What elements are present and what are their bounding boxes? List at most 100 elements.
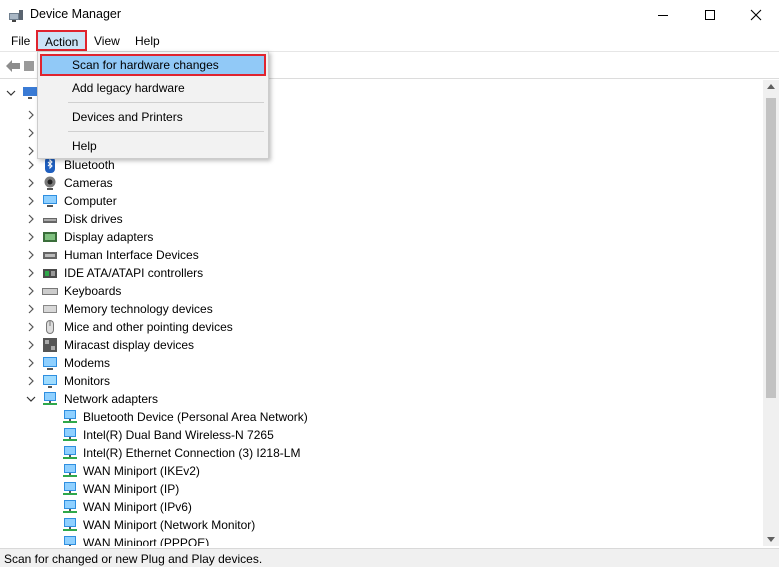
chevron-right-icon[interactable] [26, 128, 36, 138]
tree-item-label: Bluetooth [64, 158, 115, 172]
network-device-row[interactable]: WAN Miniport (IP) [0, 480, 763, 498]
tree-item-mice[interactable]: Mice and other pointing devices [0, 318, 763, 336]
disk-drive-icon [43, 218, 57, 223]
chevron-right-icon[interactable] [26, 304, 36, 314]
tree-item-display-adapters[interactable]: Display adapters [0, 228, 763, 246]
back-arrow-icon[interactable] [5, 59, 21, 73]
menu-item-scan-hardware[interactable]: Scan for hardware changes [40, 54, 266, 76]
network-adapter-icon [63, 482, 77, 495]
minimize-icon [658, 14, 668, 16]
tree-item-label: Display adapters [64, 230, 154, 244]
tree-item-label: Human Interface Devices [64, 248, 199, 262]
network-adapter-icon [63, 518, 77, 531]
window-title: Device Manager [30, 7, 122, 21]
network-adapter-icon [63, 464, 77, 477]
close-icon [750, 9, 762, 21]
menu-item-devices-printers[interactable]: Devices and Printers [40, 106, 266, 128]
ide-controller-icon [43, 269, 57, 278]
maximize-button[interactable] [687, 0, 733, 30]
menu-separator [68, 102, 264, 103]
camera-icon [44, 176, 56, 190]
scroll-down-icon[interactable] [767, 537, 775, 542]
chevron-right-icon[interactable] [26, 160, 36, 170]
tree-item-cameras[interactable]: Cameras [0, 174, 763, 192]
tree-item-disk-drives[interactable]: Disk drives [0, 210, 763, 228]
miracast-icon [43, 338, 57, 352]
network-adapter-icon [63, 446, 77, 459]
minimize-button[interactable] [640, 0, 686, 30]
action-dropdown-menu: Scan for hardware changes Add legacy har… [37, 51, 269, 159]
tree-item-monitors[interactable]: Monitors [0, 372, 763, 390]
menu-separator [68, 131, 264, 132]
chevron-down-icon[interactable] [6, 88, 16, 98]
title-bar: Device Manager [0, 0, 779, 30]
computer-root-icon [23, 87, 37, 99]
chevron-right-icon[interactable] [26, 232, 36, 242]
chevron-right-icon[interactable] [26, 268, 36, 278]
chevron-right-icon[interactable] [26, 146, 36, 156]
tree-item-modems[interactable]: Modems [0, 354, 763, 372]
maximize-icon [705, 10, 715, 20]
scroll-thumb[interactable] [766, 98, 776, 398]
tree-item-label: Disk drives [64, 212, 123, 226]
network-device-row[interactable]: Bluetooth Device (Personal Area Network) [0, 408, 763, 426]
tree-item-ide[interactable]: IDE ATA/ATAPI controllers [0, 264, 763, 282]
close-button[interactable] [733, 0, 779, 30]
menu-view[interactable]: View [88, 32, 126, 50]
network-adapter-icon [63, 500, 77, 513]
chevron-right-icon[interactable] [26, 196, 36, 206]
network-device-label: Intel(R) Dual Band Wireless-N 7265 [83, 428, 274, 442]
chevron-right-icon[interactable] [26, 322, 36, 332]
modem-icon [43, 357, 57, 370]
network-device-label: Intel(R) Ethernet Connection (3) I218-LM [83, 446, 301, 460]
keyboard-icon [42, 288, 58, 295]
network-device-label: WAN Miniport (PPPOE) [83, 536, 210, 546]
network-device-row[interactable]: Intel(R) Ethernet Connection (3) I218-LM [0, 444, 763, 462]
tree-item-label: Computer [64, 194, 117, 208]
menu-help[interactable]: Help [129, 32, 166, 50]
chevron-right-icon[interactable] [26, 110, 36, 120]
tree-item-label: Memory technology devices [64, 302, 213, 316]
tree-item-miracast[interactable]: Miracast display devices [0, 336, 763, 354]
tree-item-label: Mice and other pointing devices [64, 320, 233, 334]
tree-item-label: Keyboards [64, 284, 122, 298]
network-device-label: WAN Miniport (IP) [83, 482, 180, 496]
network-device-row[interactable]: WAN Miniport (Network Monitor) [0, 516, 763, 534]
status-text: Scan for changed or new Plug and Play de… [4, 552, 263, 566]
network-device-label: WAN Miniport (IPv6) [83, 500, 192, 514]
chevron-right-icon[interactable] [26, 250, 36, 260]
chevron-right-icon[interactable] [26, 286, 36, 296]
chevron-down-icon[interactable] [26, 394, 36, 404]
forward-icon[interactable] [24, 61, 34, 71]
device-manager-icon [9, 10, 23, 22]
tree-item-memory[interactable]: Memory technology devices [0, 300, 763, 318]
tree-item-label: Monitors [64, 374, 111, 388]
vertical-scrollbar[interactable] [763, 80, 779, 546]
chevron-right-icon[interactable] [26, 376, 36, 386]
tree-item-label: Miracast display devices [64, 338, 195, 352]
network-device-label: Bluetooth Device (Personal Area Network) [83, 410, 308, 424]
chevron-right-icon[interactable] [26, 358, 36, 368]
menu-action[interactable]: Action [36, 30, 88, 51]
chevron-right-icon[interactable] [26, 340, 36, 350]
network-device-row[interactable]: WAN Miniport (IPv6) [0, 498, 763, 516]
bluetooth-icon [45, 157, 55, 173]
menu-item-add-legacy-hardware[interactable]: Add legacy hardware [40, 77, 266, 99]
chevron-right-icon[interactable] [26, 178, 36, 188]
network-adapter-icon [64, 536, 76, 546]
tree-item-label: IDE ATA/ATAPI controllers [64, 266, 204, 280]
menu-file[interactable]: File [5, 32, 36, 50]
memory-icon [43, 305, 57, 313]
scroll-up-icon[interactable] [767, 84, 775, 89]
tree-item-computer[interactable]: Computer [0, 192, 763, 210]
network-device-row[interactable]: WAN Miniport (IKEv2) [0, 462, 763, 480]
network-device-label: WAN Miniport (IKEv2) [83, 464, 200, 478]
menu-item-help[interactable]: Help [40, 135, 266, 157]
network-device-row[interactable]: Intel(R) Dual Band Wireless-N 7265 [0, 426, 763, 444]
tree-item-network-adapters[interactable]: Network adapters [0, 390, 763, 408]
chevron-right-icon[interactable] [26, 214, 36, 224]
network-device-label: WAN Miniport (Network Monitor) [83, 518, 256, 532]
network-device-row[interactable]: WAN Miniport (PPPOE) [0, 534, 763, 546]
tree-item-hid[interactable]: Human Interface Devices [0, 246, 763, 264]
tree-item-keyboards[interactable]: Keyboards [0, 282, 763, 300]
